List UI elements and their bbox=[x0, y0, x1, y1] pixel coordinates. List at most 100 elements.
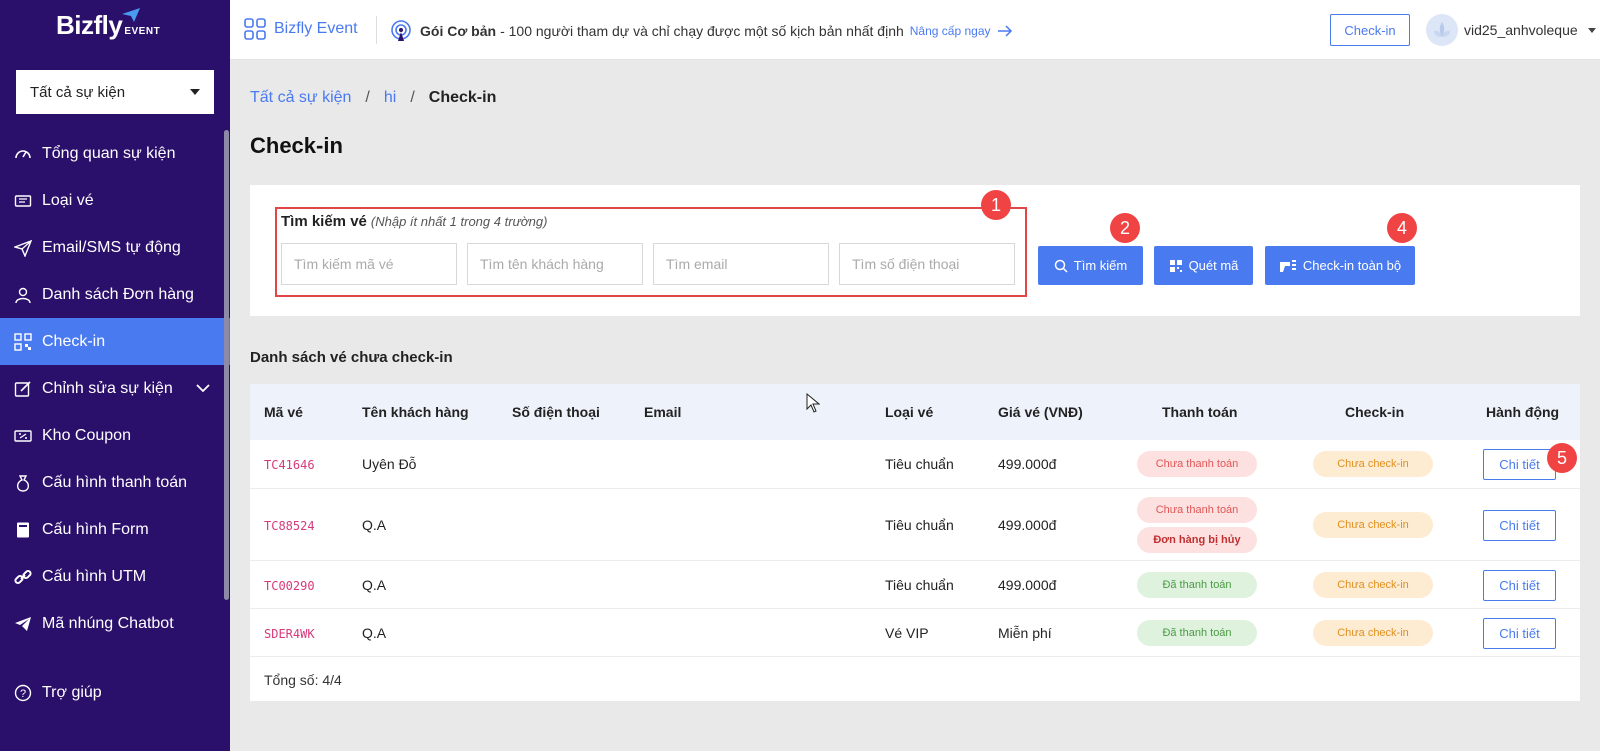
search-button-label: Tìm kiếm bbox=[1073, 258, 1128, 273]
caret-down-icon bbox=[190, 89, 200, 95]
ticket-icon bbox=[14, 192, 32, 210]
divider bbox=[376, 16, 377, 44]
header-action: Hành động bbox=[1486, 404, 1560, 420]
checkin-all-button[interactable]: Check-in toàn bộ bbox=[1265, 246, 1415, 285]
edit-icon bbox=[14, 380, 32, 398]
checkin-status-badge: Chưa check-in bbox=[1313, 620, 1433, 646]
sidebar-item-email-sms[interactable]: Email/SMS tự động bbox=[0, 224, 230, 271]
customer-name: Uyên Đỗ bbox=[362, 456, 417, 472]
breadcrumb-separator: / bbox=[365, 89, 370, 106]
sidebar-item-checkin[interactable]: Check-in bbox=[0, 318, 230, 365]
email-input[interactable]: Tìm email bbox=[653, 243, 829, 285]
scan-button[interactable]: Quét mã bbox=[1154, 246, 1253, 285]
detail-button[interactable]: Chi tiết bbox=[1483, 570, 1556, 601]
breadcrumb-event[interactable]: hi bbox=[384, 89, 396, 107]
sidebar-item-help[interactable]: ? Trợ giúp bbox=[14, 684, 102, 702]
username: vid25_anhvoleque bbox=[1464, 22, 1578, 38]
phone-input[interactable]: Tìm số điện thoại bbox=[839, 243, 1015, 285]
checkin-status-badge: Chưa check-in bbox=[1313, 451, 1433, 477]
annotation-marker-2: 2 bbox=[1110, 213, 1140, 243]
coupon-icon bbox=[14, 427, 32, 445]
ticket-table: Mã vé Tên khách hàng Số điện thoại Email… bbox=[250, 384, 1580, 701]
breadcrumb-current: Check-in bbox=[428, 89, 497, 106]
scan-button-label: Quét mã bbox=[1188, 258, 1239, 273]
event-select[interactable]: Tất cả sự kiện bbox=[16, 70, 214, 114]
table-total: Tổng số: 4/4 bbox=[264, 672, 342, 688]
checkin-all-label: Check-in toàn bộ bbox=[1302, 258, 1402, 273]
sidebar-item-label: Cấu hình UTM bbox=[42, 567, 147, 585]
sidebar-item-form-config[interactable]: Cấu hình Form bbox=[0, 506, 230, 553]
apps-grid-icon bbox=[244, 18, 266, 40]
sidebar-item-coupon[interactable]: Kho Coupon bbox=[0, 412, 230, 459]
detail-button[interactable]: Chi tiết bbox=[1483, 449, 1556, 480]
detail-button[interactable]: Chi tiết bbox=[1483, 618, 1556, 649]
sidebar-item-edit-event[interactable]: Chỉnh sửa sự kiện bbox=[0, 365, 230, 412]
book-icon bbox=[14, 521, 32, 539]
header-email: Email bbox=[644, 404, 682, 420]
list-title: Danh sách vé chưa check-in bbox=[250, 349, 453, 366]
sidebar-item-label: Danh sách Đơn hàng bbox=[42, 285, 194, 303]
search-fields-box: Tìm kiếm vé (Nhập ít nhất 1 trong 4 trườn… bbox=[275, 207, 1027, 297]
customer-name: Q.A bbox=[362, 517, 387, 533]
event-select-value: Tất cả sự kiện bbox=[30, 83, 126, 101]
logo-text: Bizfly bbox=[56, 10, 123, 40]
header-ticket-type: Loại vé bbox=[885, 404, 934, 420]
qr-scan-icon bbox=[1169, 259, 1182, 272]
order-cancelled-badge: Đơn hàng bị hủy bbox=[1137, 527, 1257, 553]
sidebar-item-label: Kho Coupon bbox=[42, 426, 131, 444]
logo-sub: EVENT bbox=[124, 26, 161, 37]
sidebar-scrollbar[interactable] bbox=[224, 130, 229, 600]
sidebar-item-orders[interactable]: Danh sách Đơn hàng bbox=[0, 271, 230, 318]
brand-label: Bizfly Event bbox=[274, 20, 358, 37]
dashboard-icon bbox=[14, 145, 32, 163]
ticket-type: Tiêu chuẩn bbox=[885, 577, 954, 593]
topbar: Bizfly Event Gói Cơ bản - 100 người tham… bbox=[230, 0, 1600, 60]
sidebar-item-label: Check-in bbox=[42, 332, 106, 350]
checkin-top-button[interactable]: Check-in bbox=[1330, 14, 1410, 46]
sidebar-item-overview[interactable]: Tổng quan sự kiện bbox=[0, 130, 230, 177]
page-title: Check-in bbox=[250, 133, 343, 158]
checkin-status-badge: Chưa check-in bbox=[1313, 572, 1433, 598]
search-button[interactable]: Tìm kiếm bbox=[1038, 246, 1143, 285]
search-label-text: Tìm kiếm vé bbox=[281, 213, 367, 230]
user-menu[interactable]: vid25_anhvoleque bbox=[1426, 14, 1596, 46]
scanner-icon bbox=[1279, 259, 1296, 272]
logo[interactable]: Bizfly EVENT bbox=[56, 8, 161, 41]
arrow-right-icon[interactable] bbox=[997, 25, 1013, 37]
send-icon bbox=[14, 239, 32, 257]
ticket-code-input[interactable]: Tìm kiếm mã vé bbox=[281, 243, 457, 285]
breadcrumb-separator: / bbox=[410, 89, 415, 106]
sidebar-menu: Tổng quan sự kiện Loại vé Email/SMS tự đ… bbox=[0, 130, 230, 647]
ticket-price: 499.000đ bbox=[998, 456, 1057, 472]
help-icon: ? bbox=[14, 684, 32, 702]
search-hint: (Nhập ít nhất 1 trong 4 trường) bbox=[370, 214, 548, 229]
payment-status-badge: Đã thanh toán bbox=[1137, 572, 1257, 598]
header-checkin: Check-in bbox=[1345, 404, 1405, 420]
avatar bbox=[1426, 14, 1458, 46]
brand[interactable]: Bizfly Event bbox=[244, 18, 358, 40]
header-payment: Thanh toán bbox=[1162, 404, 1238, 420]
customer-name-input[interactable]: Tìm tên khách hàng bbox=[467, 243, 643, 285]
search-label: Tìm kiếm vé (Nhập ít nhất 1 trong 4 trườn… bbox=[281, 213, 547, 230]
ticket-type: Tiêu chuẩn bbox=[885, 517, 954, 533]
breadcrumb-all-events[interactable]: Tất cả sự kiện bbox=[250, 89, 351, 107]
detail-button[interactable]: Chi tiết bbox=[1483, 510, 1556, 541]
mouse-cursor-icon bbox=[806, 393, 820, 413]
telegram-icon bbox=[14, 615, 32, 633]
svg-text:?: ? bbox=[20, 688, 26, 700]
sidebar-item-chatbot[interactable]: Mã nhúng Chatbot bbox=[0, 600, 230, 647]
sidebar-item-label: Loại vé bbox=[42, 191, 94, 209]
table-row: TC88524 Q.A Tiêu chuẩn 499.000đ Chưa tha… bbox=[250, 489, 1580, 561]
breadcrumb: Tất cả sự kiện / hi / Check-in bbox=[250, 89, 496, 107]
phone-placeholder: Tìm số điện thoại bbox=[852, 256, 960, 272]
user-icon bbox=[14, 286, 32, 304]
upgrade-link[interactable]: Nâng cấp ngay bbox=[910, 24, 991, 38]
caret-down-icon bbox=[1587, 27, 1596, 33]
customer-name: Q.A bbox=[362, 625, 387, 641]
payment-status-badge: Chưa thanh toán bbox=[1137, 451, 1257, 477]
sidebar-item-payment-config[interactable]: Cấu hình thanh toán bbox=[0, 459, 230, 506]
sidebar-item-ticket-types[interactable]: Loại vé bbox=[0, 177, 230, 224]
sidebar-item-utm-config[interactable]: Cấu hình UTM bbox=[0, 553, 230, 600]
customer-name-placeholder: Tìm tên khách hàng bbox=[480, 256, 604, 272]
header-price: Giá vé (VNĐ) bbox=[998, 404, 1083, 420]
